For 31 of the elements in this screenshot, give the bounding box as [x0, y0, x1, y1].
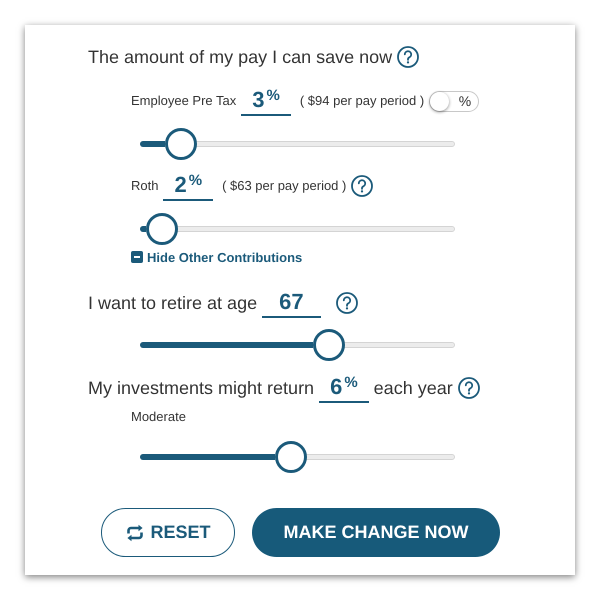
help-icon[interactable]: [397, 46, 420, 68]
returns-label: My investments might return: [88, 377, 314, 400]
percent-field[interactable]: 2%: [163, 171, 214, 201]
help-icon[interactable]: [336, 292, 358, 314]
hide-contributions-link[interactable]: Hide Other Contributions: [131, 249, 302, 265]
slider-thumb[interactable]: [275, 441, 308, 473]
slider-thumb[interactable]: [146, 213, 178, 245]
slider-track[interactable]: [140, 213, 455, 245]
slider-thumb[interactable]: [313, 329, 346, 361]
slider-track[interactable]: [140, 128, 455, 160]
contribution-label: Employee Pre Tax: [131, 93, 236, 109]
pay-period-amount: ( $94 per pay period ): [300, 93, 424, 109]
slider-track[interactable]: [140, 441, 455, 473]
risk-level-label: Moderate: [131, 409, 186, 425]
returns-suffix: each year: [374, 377, 453, 400]
help-icon[interactable]: [351, 175, 374, 197]
reset-button[interactable]: RESET: [101, 508, 235, 557]
slider-track[interactable]: [140, 329, 455, 361]
percent-field[interactable]: 6%: [319, 373, 369, 403]
toggle-knob: [430, 92, 450, 110]
pay-period-amount: ( $63 per pay period ): [222, 178, 346, 194]
help-icon[interactable]: [458, 377, 480, 399]
retire-age-label: I want to retire at age: [88, 292, 258, 315]
percent-field[interactable]: 3%: [241, 86, 291, 116]
refresh-icon: [125, 524, 146, 542]
percent-toggle[interactable]: %: [429, 90, 480, 112]
submit-button[interactable]: MAKE CHANGE NOW: [252, 508, 500, 557]
slider-thumb[interactable]: [165, 128, 198, 160]
age-field[interactable]: 67: [262, 288, 321, 318]
contribution-label: Roth: [131, 178, 158, 194]
savings-heading: The amount of my pay I can save now: [88, 46, 392, 69]
